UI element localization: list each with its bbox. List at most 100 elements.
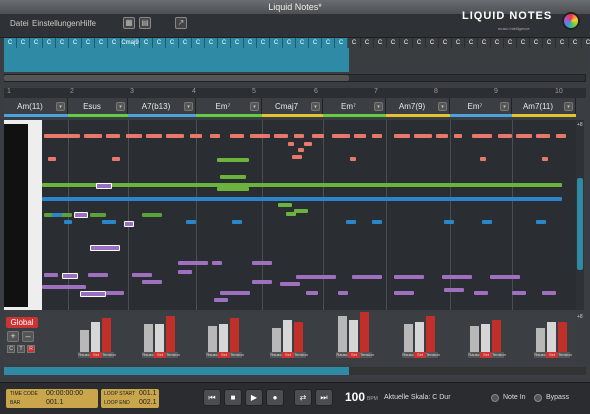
chord-slot[interactable]: Em⁷ ▾	[196, 98, 262, 114]
chord-slot[interactable]: Am7(9) ▾	[386, 98, 450, 114]
harmony-meter-bar[interactable]	[426, 316, 435, 352]
harmony-meter-bar[interactable]	[144, 324, 153, 352]
harmony-mode-label[interactable]: Set	[546, 352, 558, 358]
harmony-mode-label[interactable]: Rausc	[402, 352, 414, 358]
midi-note[interactable]	[394, 275, 424, 279]
chord-dropdown-icon[interactable]: ▾	[311, 101, 320, 111]
record-icon[interactable]: ●	[266, 389, 284, 406]
harmony-mode-label[interactable]: Set	[480, 352, 492, 358]
harmony-group[interactable]: Rausc Set Tension	[270, 316, 308, 360]
midi-note[interactable]	[346, 220, 356, 224]
midi-note[interactable]	[454, 134, 462, 138]
mixer-view-icon[interactable]: ▤	[139, 17, 151, 29]
harmony-mode-label[interactable]: Tension	[492, 352, 506, 358]
harmony-meter-bar[interactable]	[349, 320, 358, 352]
bypass-radio[interactable]	[534, 394, 542, 402]
harmony-meter-bar[interactable]	[102, 318, 111, 352]
midi-note[interactable]	[472, 134, 492, 138]
midi-note[interactable]	[436, 134, 448, 138]
midi-note[interactable]	[394, 291, 414, 295]
minus-button[interactable]: –	[22, 331, 34, 342]
harmony-meter-bar[interactable]	[558, 322, 567, 352]
midi-note[interactable]	[214, 298, 228, 302]
harmony-meter-bar[interactable]	[470, 326, 479, 352]
midi-note[interactable]	[142, 280, 162, 284]
midi-note[interactable]	[124, 221, 134, 227]
midi-note[interactable]	[444, 288, 464, 292]
midi-note[interactable]	[542, 157, 548, 161]
chord-dropdown-icon[interactable]: ▾	[184, 101, 193, 111]
harmony-mode-label[interactable]: Rausc	[534, 352, 546, 358]
harmony-meter-bar[interactable]	[404, 324, 413, 352]
midi-note[interactable]	[217, 187, 249, 191]
midi-note[interactable]	[220, 291, 250, 295]
midi-note[interactable]	[296, 275, 336, 279]
chord-dropdown-icon[interactable]: ▾	[500, 101, 509, 111]
global-button[interactable]: Global	[6, 317, 38, 328]
harmony-group[interactable]: Rausc Set Tension	[206, 316, 244, 360]
vertical-scroll-thumb[interactable]	[577, 178, 583, 270]
midi-note[interactable]	[536, 134, 550, 138]
export-icon[interactable]: ↗	[175, 17, 187, 29]
midi-note[interactable]	[217, 158, 249, 162]
chord-dropdown-icon[interactable]: ▾	[116, 101, 125, 111]
menu-hilfe[interactable]: Hilfe	[80, 19, 96, 28]
harmony-group[interactable]: Rausc Set Tension	[402, 316, 440, 360]
harmony-meter-bar[interactable]	[338, 316, 347, 352]
play-icon[interactable]: ▶	[245, 389, 263, 406]
midi-note[interactable]	[62, 273, 78, 279]
harmony-meter-bar[interactable]	[360, 312, 369, 352]
midi-note[interactable]	[166, 134, 184, 138]
scroll-thumb[interactable]	[4, 75, 349, 81]
midi-note[interactable]	[474, 291, 488, 295]
harmony-group[interactable]: Rausc Set Tension	[336, 312, 374, 360]
piano-keyboard[interactable]	[4, 120, 42, 310]
black-key[interactable]	[4, 301, 28, 307]
skip-end-icon[interactable]: ⏭	[315, 389, 333, 406]
midi-note[interactable]	[42, 285, 86, 289]
midi-note[interactable]	[232, 220, 242, 224]
midi-note[interactable]	[306, 291, 318, 295]
midi-note[interactable]	[210, 134, 220, 138]
midi-note[interactable]	[294, 209, 308, 213]
midi-note[interactable]	[132, 273, 152, 277]
piano-roll-view-icon[interactable]: ▦	[123, 17, 135, 29]
midi-note[interactable]	[442, 275, 472, 279]
midi-note[interactable]	[414, 134, 432, 138]
midi-note[interactable]	[352, 275, 382, 279]
midi-note[interactable]	[212, 261, 222, 265]
plus-button[interactable]: +	[7, 331, 19, 342]
midi-note[interactable]	[178, 270, 192, 274]
midi-note[interactable]	[230, 134, 244, 138]
midi-note[interactable]	[516, 134, 532, 138]
midi-note[interactable]	[52, 213, 62, 217]
harmony-meter-bar[interactable]	[536, 328, 545, 352]
midi-note[interactable]	[88, 273, 108, 277]
midi-note[interactable]	[304, 142, 312, 146]
harmony-group[interactable]: Rausc Set Tension	[534, 316, 572, 360]
midi-note[interactable]	[42, 183, 562, 187]
rewind-icon[interactable]: ⏮	[203, 389, 221, 406]
midi-note[interactable]	[74, 212, 88, 218]
harmony-mode-label[interactable]: Tension	[166, 352, 180, 358]
midi-note[interactable]	[274, 134, 288, 138]
midi-note[interactable]	[220, 175, 246, 179]
midi-note[interactable]	[42, 197, 562, 201]
chord-slot[interactable]: Am7(11) ▾	[512, 98, 576, 114]
harmony-mode-label[interactable]: Rausc	[206, 352, 218, 358]
midi-note[interactable]	[556, 134, 566, 138]
midi-note[interactable]	[350, 157, 356, 161]
midi-note[interactable]	[126, 134, 142, 138]
harmony-mode-label[interactable]: Rausc	[336, 352, 348, 358]
midi-note[interactable]	[142, 213, 162, 217]
harmony-meter-bar[interactable]	[481, 324, 490, 352]
midi-note[interactable]	[536, 220, 546, 224]
harmony-mode-label[interactable]: Tension	[426, 352, 440, 358]
chord-dropdown-icon[interactable]: ▾	[250, 101, 259, 111]
harmony-mode-label[interactable]: Tension	[294, 352, 308, 358]
harmony-mode-label[interactable]: Tension	[360, 352, 374, 358]
harmony-mode-label[interactable]: Tension	[102, 352, 116, 358]
midi-note[interactable]	[146, 134, 162, 138]
midi-note[interactable]	[252, 280, 272, 284]
chord-slot[interactable]: Esus ▾	[68, 98, 128, 114]
